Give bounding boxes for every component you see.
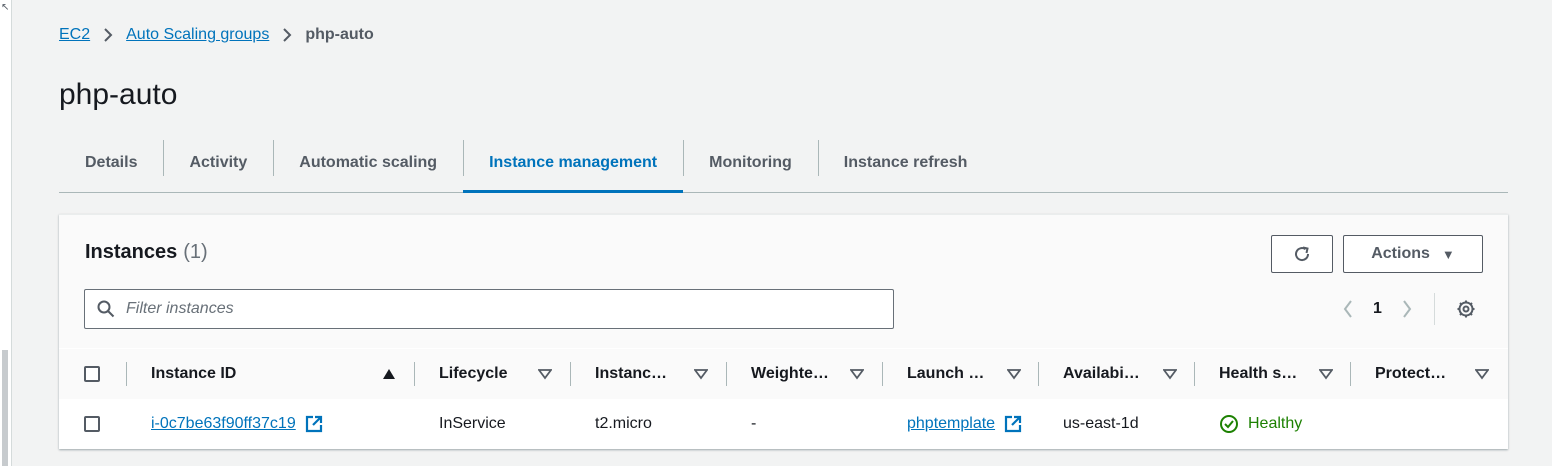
- panel-title: Instances (1): [85, 241, 208, 264]
- tab-automatic-scaling[interactable]: Automatic scaling: [273, 134, 463, 192]
- weighted-capacity-cell: -: [751, 414, 757, 432]
- column-weighted[interactable]: Weighte…: [751, 349, 829, 399]
- column-health-status[interactable]: Health s…: [1219, 349, 1297, 399]
- breadcrumb-auto-scaling-groups[interactable]: Auto Scaling groups: [126, 26, 269, 44]
- sort-descending-icon[interactable]: [538, 368, 552, 380]
- tab-details[interactable]: Details: [59, 134, 163, 192]
- tab-monitoring[interactable]: Monitoring: [683, 134, 818, 192]
- caret-down-icon: ▼: [1441, 246, 1455, 262]
- column-divider: [726, 362, 727, 386]
- filter-field[interactable]: [84, 289, 894, 329]
- pagination: 1: [1339, 293, 1435, 325]
- health-status-cell: Healthy: [1219, 399, 1302, 448]
- column-divider: [414, 362, 415, 386]
- availability-zone-cell: us-east-1d: [1063, 414, 1139, 432]
- column-divider: [1350, 362, 1351, 386]
- breadcrumb-ec2[interactable]: EC2: [59, 26, 90, 44]
- instance-id-cell: i-0c7be63f90ff37c19: [151, 399, 323, 448]
- column-instance-type[interactable]: Instanc…: [595, 349, 667, 399]
- select-all-cell: [84, 349, 100, 399]
- sort-ascending-icon[interactable]: [382, 368, 396, 380]
- settings-icon[interactable]: [1456, 299, 1476, 319]
- scrollbar-thumb[interactable]: [2, 350, 8, 466]
- column-divider: [126, 362, 127, 386]
- chevron-right-icon: [282, 28, 292, 42]
- select-all-checkbox[interactable]: [84, 366, 100, 382]
- panel-title-text: Instances: [85, 241, 178, 263]
- filter-instances-input[interactable]: [124, 299, 868, 319]
- instance-type-cell: t2.micro: [595, 414, 652, 432]
- row-checkbox[interactable]: [84, 415, 100, 432]
- actions-button[interactable]: Actions ▼: [1343, 235, 1483, 273]
- status-healthy-icon: [1220, 414, 1238, 433]
- breadcrumb: EC2 Auto Scaling groups php-auto: [59, 24, 374, 46]
- tab-activity[interactable]: Activity: [163, 134, 273, 192]
- tab-instance-management[interactable]: Instance management: [463, 134, 684, 193]
- table-header: Instance ID Lifecycle Instanc… Weighte… …: [59, 349, 1508, 400]
- column-divider: [1038, 362, 1039, 386]
- sort-descending-icon[interactable]: [1163, 368, 1177, 380]
- tab-bar: Details Activity Automatic scaling Insta…: [59, 134, 1508, 193]
- pager-divider: [1433, 293, 1435, 325]
- refresh-button[interactable]: [1271, 235, 1333, 273]
- chevron-left-icon[interactable]: [1339, 300, 1357, 318]
- sort-descending-icon[interactable]: [850, 368, 864, 380]
- breadcrumb-current: php-auto: [305, 26, 374, 43]
- refresh-icon: [1295, 246, 1310, 262]
- left-rail: ↖: [0, 0, 12, 466]
- instance-id-link[interactable]: i-0c7be63f90ff37c19: [151, 415, 296, 433]
- actions-label: Actions: [1371, 245, 1430, 262]
- column-divider: [570, 362, 571, 386]
- sort-descending-icon[interactable]: [1319, 368, 1333, 380]
- table-row[interactable]: i-0c7be63f90ff37c19 InService t2.micro -…: [59, 399, 1508, 448]
- health-status-text: Healthy: [1248, 414, 1303, 432]
- column-lifecycle[interactable]: Lifecycle: [439, 349, 507, 399]
- column-divider: [882, 362, 883, 386]
- page-number[interactable]: 1: [1373, 300, 1382, 318]
- instance-count: (1): [183, 241, 208, 263]
- chevron-right-icon[interactable]: [1398, 300, 1416, 318]
- sort-descending-icon[interactable]: [1475, 368, 1489, 380]
- launch-template-link[interactable]: phptemplate: [907, 415, 995, 433]
- launch-template-cell: phptemplate: [907, 399, 1022, 448]
- chevron-right-icon: [103, 28, 113, 42]
- external-link-icon[interactable]: [305, 415, 323, 433]
- lifecycle-cell: InService: [439, 414, 506, 432]
- column-availability-zone[interactable]: Availabi…: [1063, 349, 1140, 399]
- column-divider: [1194, 362, 1195, 386]
- search-icon: [97, 300, 115, 318]
- page-title: php-auto: [59, 78, 178, 111]
- tab-instance-refresh[interactable]: Instance refresh: [817, 134, 994, 192]
- instances-panel: Instances(1) Actions ▼ 1: [59, 214, 1508, 449]
- cursor-mark-icon: ↖: [1, 2, 10, 13]
- row-select-cell: [84, 399, 100, 448]
- external-link-icon[interactable]: [1004, 415, 1022, 433]
- sort-descending-icon[interactable]: [1007, 368, 1021, 380]
- sort-descending-icon[interactable]: [694, 368, 708, 380]
- column-launch-template[interactable]: Launch …: [907, 349, 984, 399]
- column-protection[interactable]: Protect…: [1375, 349, 1446, 399]
- column-instance-id[interactable]: Instance ID: [151, 349, 236, 399]
